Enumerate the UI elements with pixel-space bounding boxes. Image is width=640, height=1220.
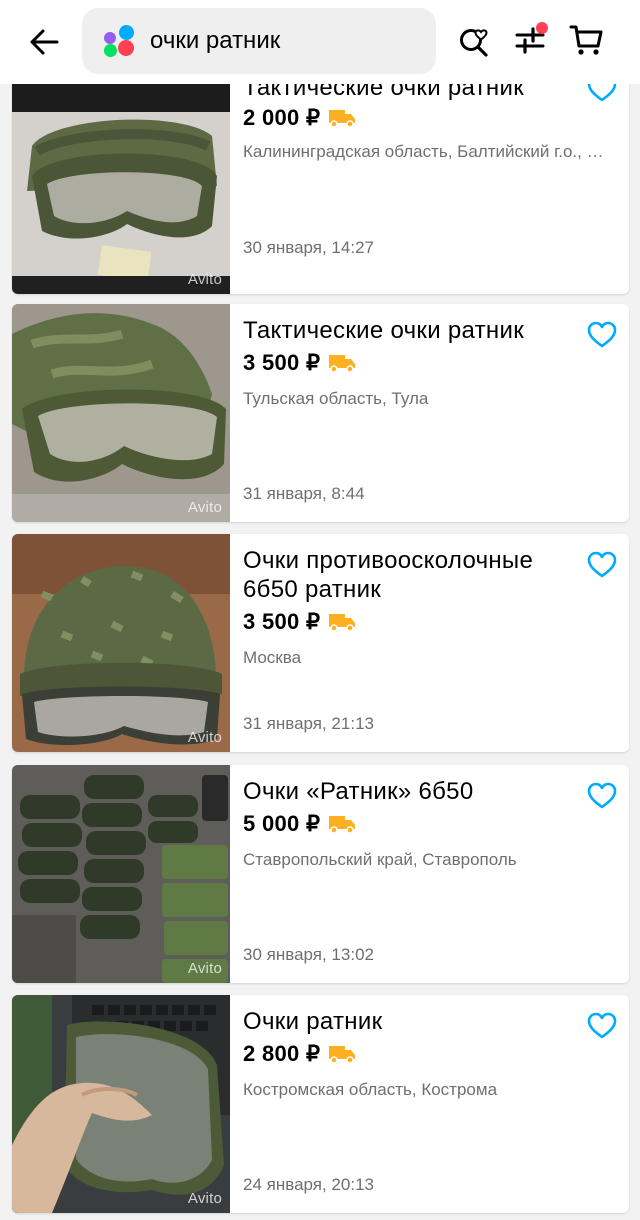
listing-date: 30 января, 13:02: [243, 945, 374, 964]
listing-card[interactable]: Avito Тактические очки ратник 3 500 ₽ Ту…: [12, 304, 629, 522]
favorite-button[interactable]: [585, 84, 619, 106]
search-field[interactable]: очки ратник: [82, 8, 436, 74]
listing-title[interactable]: Тактические очки ратник: [243, 84, 573, 102]
truck-icon: [329, 355, 356, 373]
listing-card[interactable]: Avito Тактические очки ратник 2 000 ₽ Ка…: [12, 84, 629, 294]
listing-card[interactable]: Avito Очки ратник 2 800 ₽ Костромская об…: [12, 995, 629, 1213]
heart-outline-icon: [587, 321, 617, 348]
listing-title[interactable]: Тактические очки ратник: [243, 316, 573, 345]
filters-button[interactable]: [510, 20, 550, 60]
price-row: 3 500 ₽: [243, 348, 356, 378]
listing-location: Тульская область, Тула: [243, 389, 429, 408]
listing-price: 2 800 ₽: [243, 1041, 321, 1066]
price-row: 2 000 ₽: [243, 103, 356, 133]
heart-outline-icon: [587, 1012, 617, 1039]
top-bar: очки ратник: [0, 0, 640, 84]
listing-date: 24 января, 20:13: [243, 1175, 374, 1194]
listing-location: Костромская область, Кострома: [243, 1080, 498, 1099]
listing-feed[interactable]: Avito Тактические очки ратник 2 000 ₽ Ка…: [0, 84, 640, 1220]
listing-location: Ставропольский край, Ставрополь: [243, 850, 517, 869]
listing-date: 31 января, 21:13: [243, 714, 374, 733]
listing-photo[interactable]: Avito: [12, 534, 230, 752]
truck-icon: [329, 816, 356, 834]
listing-title[interactable]: Очки «Ратник» 6б50: [243, 777, 573, 806]
listing-price: 3 500 ₽: [243, 609, 321, 634]
favorite-button[interactable]: [585, 548, 619, 582]
listing-photo[interactable]: Avito: [12, 304, 230, 522]
listing-location: Москва: [243, 648, 302, 667]
truck-icon: [329, 614, 356, 632]
listing-date: 31 января, 8:44: [243, 484, 365, 503]
price-row: 5 000 ₽: [243, 809, 356, 839]
listing-info: Очки «Ратник» 6б50 5 000 ₽ Ставропольски…: [243, 765, 583, 983]
price-row: 2 800 ₽: [243, 1039, 356, 1069]
listing-info: Очки противоосколочные 6б50 ратник 3 500…: [243, 534, 583, 752]
favorite-button[interactable]: [585, 318, 619, 352]
photo-watermark: Avito: [187, 960, 222, 977]
listing-card[interactable]: Avito Очки «Ратник» 6б50 5 000 ₽ Ставроп…: [12, 765, 629, 983]
listing-photo[interactable]: Avito: [12, 995, 230, 1213]
listing-info: Тактические очки ратник 2 000 ₽ Калининг…: [243, 84, 604, 294]
listing-info: Тактические очки ратник 3 500 ₽ Тульская…: [243, 304, 583, 522]
favorite-button[interactable]: [585, 1009, 619, 1043]
back-button[interactable]: [22, 22, 66, 62]
search-query-text: очки ратник: [150, 27, 281, 54]
photo-watermark: Avito: [187, 271, 222, 288]
truck-icon: [329, 110, 356, 128]
photo-watermark: Avito: [187, 1190, 222, 1207]
heart-outline-icon: [587, 84, 617, 102]
heart-outline-icon: [587, 782, 617, 809]
price-row: 3 500 ₽: [243, 607, 356, 637]
listing-date: 30 января, 14:27: [243, 238, 374, 257]
arrow-left-icon: [30, 29, 59, 55]
search-heart-icon: [460, 29, 488, 57]
avito-logo: [104, 25, 140, 57]
truck-icon: [329, 1046, 356, 1064]
listing-info: Очки ратник 2 800 ₽ Костромская область,…: [243, 995, 583, 1213]
listing-card[interactable]: Avito Очки противоосколочные 6б50 ратник…: [12, 534, 629, 752]
listing-price: 5 000 ₽: [243, 811, 321, 836]
listing-photo[interactable]: Avito: [12, 765, 230, 983]
listing-title[interactable]: Очки противоосколочные 6б50 ратник: [243, 546, 573, 604]
cart-icon: [569, 25, 603, 55]
listing-price: 3 500 ₽: [243, 350, 321, 375]
listing-photo[interactable]: Avito: [12, 84, 230, 294]
filters-notification-dot: [536, 22, 548, 34]
photo-watermark: Avito: [187, 729, 222, 746]
saved-search-button[interactable]: [454, 20, 494, 60]
listing-price: 2 000 ₽: [243, 105, 321, 130]
listing-title[interactable]: Очки ратник: [243, 1007, 573, 1036]
heart-outline-icon: [587, 551, 617, 578]
cart-button[interactable]: [566, 20, 606, 60]
listing-location: Калининградская область, Балтийский г.о.…: [243, 142, 604, 161]
favorite-button[interactable]: [585, 779, 619, 813]
photo-watermark: Avito: [187, 499, 222, 516]
